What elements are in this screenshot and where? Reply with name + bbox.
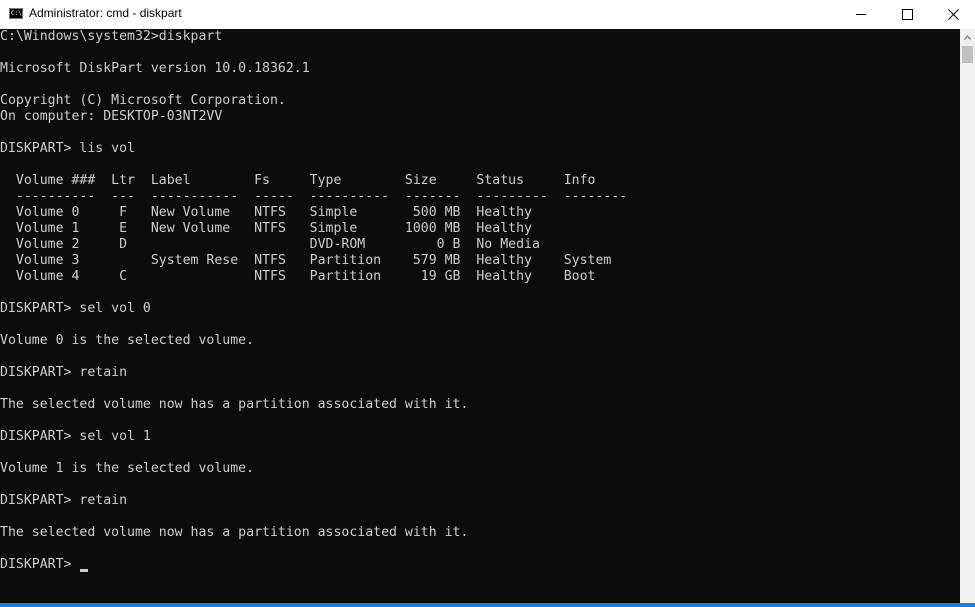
title-bar[interactable]: C:\ Administrator: cmd - diskpart	[0, 0, 975, 29]
console-line: DISKPART>	[0, 557, 80, 572]
console-line: DISKPART> retain	[0, 493, 128, 508]
console-line: DISKPART> sel vol 0	[0, 301, 151, 316]
console-line: Volume 2 D DVD-ROM 0 B No Media	[0, 237, 540, 252]
console-line: DISKPART> sel vol 1	[0, 429, 151, 444]
minimize-button[interactable]	[838, 0, 884, 29]
scroll-thumb[interactable]	[962, 46, 973, 63]
maximize-button[interactable]	[884, 0, 930, 29]
console-line: C:\Windows\system32>diskpart	[0, 29, 223, 44]
console-line: Volume ### Ltr Label Fs Type Size Status…	[0, 173, 596, 188]
console-line: DISKPART> retain	[0, 365, 128, 380]
console-line: Volume 0 F New Volume NTFS Simple 500 MB…	[0, 205, 532, 220]
minimize-icon	[856, 14, 866, 15]
close-icon	[948, 9, 959, 20]
console-line: On computer: DESKTOP-03NT2VV	[0, 109, 223, 124]
console-line: Volume 0 is the selected volume.	[0, 333, 255, 348]
close-button[interactable]	[930, 0, 975, 29]
text-cursor	[80, 569, 88, 572]
cmd-icon: C:\	[9, 8, 23, 19]
maximize-icon	[902, 9, 913, 20]
console-line: DISKPART> lis vol	[0, 141, 135, 156]
console-line: Copyright (C) Microsoft Corporation.	[0, 93, 286, 108]
cmd-window: C:\ Administrator: cmd - diskpart C:\Win…	[0, 0, 975, 607]
console-line: Volume 4 C NTFS Partition 19 GB Healthy …	[0, 269, 596, 284]
window-border	[0, 603, 975, 607]
console-line: ---------- --- ----------- ----- -------…	[0, 189, 628, 204]
vertical-scrollbar[interactable]	[960, 29, 975, 603]
console-line: Volume 1 E New Volume NTFS Simple 1000 M…	[0, 221, 532, 236]
console-line: Volume 3 System Rese NTFS Partition 579 …	[0, 253, 612, 268]
console-line: Volume 1 is the selected volume.	[0, 461, 255, 476]
chevron-up-icon	[964, 35, 971, 40]
console-output[interactable]: C:\Windows\system32>diskpart Microsoft Di…	[0, 29, 960, 603]
console-line: The selected volume now has a partition …	[0, 525, 469, 540]
scroll-up-button[interactable]	[960, 29, 975, 46]
window-title: Administrator: cmd - diskpart	[29, 6, 182, 20]
console-line: The selected volume now has a partition …	[0, 397, 469, 412]
console-line: Microsoft DiskPart version 10.0.18362.1	[0, 61, 310, 76]
